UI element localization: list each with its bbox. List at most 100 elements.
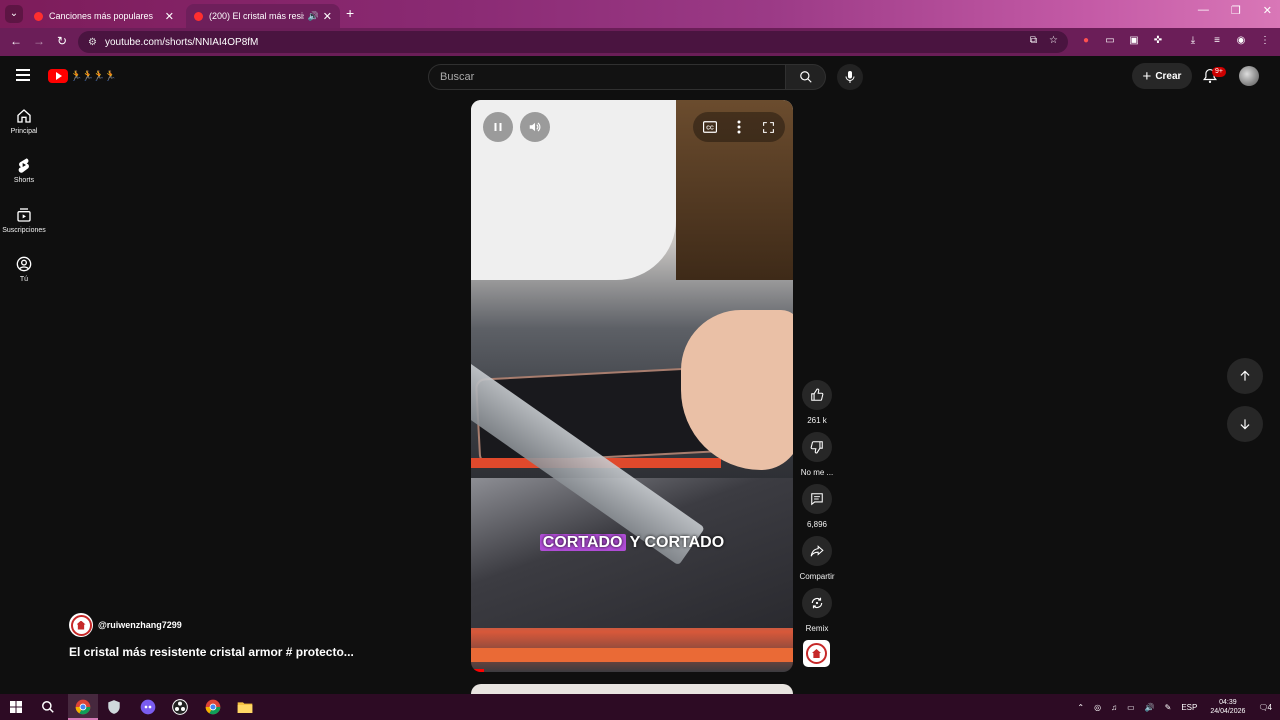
- install-app-icon[interactable]: ⧉: [1030, 35, 1037, 46]
- create-label: Crear: [1155, 70, 1182, 82]
- more-options-icon[interactable]: [737, 120, 741, 134]
- youtube-logo[interactable]: 🏃🏃🏃🏃: [48, 69, 117, 83]
- clock-time: 04:39: [1219, 699, 1237, 706]
- thumbs-up-icon: [811, 388, 824, 401]
- minimize-icon[interactable]: —: [1198, 4, 1209, 17]
- tab-shorts[interactable]: (200) El cristal más resistente 🔊 ✕: [186, 4, 340, 28]
- extensions-area: ● ▭ ▣ ✜: [1080, 35, 1164, 46]
- extension-red-icon[interactable]: ●: [1080, 35, 1092, 46]
- like-button[interactable]: 261 k: [800, 380, 834, 425]
- taskbar-clock[interactable]: 04:39 24/04/2026: [1210, 698, 1245, 716]
- share-label: Compartir: [799, 572, 835, 581]
- channel-name[interactable]: @ruiwenzhang7299: [98, 620, 182, 630]
- share-icon: [810, 545, 824, 557]
- extension-box-icon[interactable]: ▣: [1128, 35, 1140, 46]
- tab-search-button[interactable]: ⌄: [5, 5, 23, 23]
- restore-icon[interactable]: ❐: [1231, 4, 1241, 17]
- sidebar-item-subscriptions[interactable]: Suscripciones: [0, 207, 48, 234]
- closed-captions-icon[interactable]: CC: [703, 121, 718, 133]
- tray-pen-icon[interactable]: ✎: [1165, 703, 1172, 712]
- discord-taskbar-icon[interactable]: [139, 698, 157, 716]
- tray-volume-icon[interactable]: 🔊: [1145, 703, 1155, 712]
- previous-short-button[interactable]: [1227, 358, 1263, 394]
- profile-avatar-icon[interactable]: ◉: [1235, 35, 1247, 46]
- audio-playing-icon[interactable]: 🔊: [308, 11, 319, 22]
- extensions-puzzle-icon[interactable]: ✜: [1152, 35, 1164, 46]
- share-button[interactable]: Compartir: [799, 536, 835, 581]
- you-icon: [16, 256, 32, 272]
- forward-icon[interactable]: →: [33, 34, 45, 48]
- site-info-icon[interactable]: ⚙: [88, 37, 97, 48]
- arrow-up-icon: [1240, 370, 1250, 381]
- windows-start-icon[interactable]: [7, 698, 25, 716]
- shorts-video-player[interactable]: CC CORTADO Y CORTADO: [471, 100, 793, 672]
- comments-button[interactable]: 6,896: [800, 484, 834, 529]
- sidebar-item-home[interactable]: Principal: [0, 108, 48, 135]
- create-button[interactable]: + Crear: [1132, 63, 1192, 89]
- notification-count: 4: [1267, 702, 1272, 712]
- channel-logo-icon: [806, 643, 827, 664]
- volume-button[interactable]: [520, 112, 550, 142]
- menu-icon[interactable]: [16, 69, 30, 81]
- fullscreen-icon[interactable]: [762, 121, 775, 134]
- file-explorer-taskbar-icon[interactable]: [236, 698, 254, 716]
- remix-icon: [811, 597, 823, 609]
- shield-taskbar-icon[interactable]: [105, 698, 123, 716]
- sidebar-item-you[interactable]: Tú: [0, 256, 48, 283]
- sidebar-item-label: Suscripciones: [2, 227, 46, 234]
- microphone-icon: [845, 71, 855, 83]
- shorts-icon: [18, 158, 29, 173]
- search-button[interactable]: [786, 64, 826, 90]
- sidebar-item-label: Principal: [10, 128, 38, 135]
- extension-gray-icon[interactable]: ▭: [1104, 35, 1116, 46]
- close-window-icon[interactable]: ✕: [1263, 4, 1272, 17]
- tab-canciones[interactable]: Canciones más populares ✕: [26, 4, 182, 28]
- address-bar[interactable]: ⚙ youtube.com/shorts/NNIAI4OP8fM ⧉ ☆: [78, 31, 1068, 53]
- dislike-button[interactable]: No me ...: [800, 432, 834, 477]
- channel-avatar[interactable]: [69, 613, 93, 637]
- obs-taskbar-icon[interactable]: [171, 698, 189, 716]
- back-icon[interactable]: ←: [10, 34, 22, 48]
- video-progress-bar[interactable]: [471, 669, 484, 672]
- tray-app-icon[interactable]: ◎: [1094, 703, 1101, 712]
- video-frame-orange-case: [471, 648, 793, 662]
- caption-rest: Y CORTADO: [629, 534, 725, 551]
- new-tab-button[interactable]: +: [346, 5, 354, 21]
- video-caption: CORTADO Y CORTADO: [471, 534, 793, 552]
- bookmark-star-icon[interactable]: ☆: [1049, 35, 1058, 46]
- player-options: CC: [693, 112, 785, 142]
- caption-highlight: CORTADO: [539, 534, 626, 551]
- chrome-profile-taskbar-icon[interactable]: [204, 698, 222, 716]
- thumbs-down-icon: [810, 441, 823, 454]
- tray-network-icon[interactable]: ▭: [1127, 703, 1135, 712]
- doodle-figures-icon: 🏃🏃🏃🏃: [70, 70, 117, 82]
- sound-thumbnail[interactable]: [803, 640, 830, 667]
- youtube-play-icon: [48, 69, 68, 83]
- tray-headphones-icon[interactable]: ♫: [1111, 703, 1117, 712]
- taskbar-search-icon[interactable]: [39, 698, 57, 716]
- like-count: 261 k: [807, 416, 827, 425]
- clock-date: 24/04/2026: [1210, 708, 1246, 715]
- media-control-icon[interactable]: ≡: [1211, 35, 1223, 46]
- account-avatar[interactable]: [1239, 66, 1259, 86]
- keyboard-language[interactable]: ESP: [1181, 703, 1197, 712]
- close-tab-icon[interactable]: ✕: [165, 10, 174, 23]
- reload-icon[interactable]: ↻: [57, 34, 67, 48]
- arrow-down-icon: [1240, 419, 1250, 430]
- chrome-taskbar-icon[interactable]: [74, 698, 92, 716]
- chrome-menu-icon[interactable]: ⋮: [1259, 35, 1271, 46]
- next-short-button[interactable]: [1227, 406, 1263, 442]
- short-title[interactable]: El cristal más resistente cristal armor …: [69, 645, 354, 659]
- close-tab-icon[interactable]: ✕: [323, 10, 332, 23]
- voice-search-button[interactable]: [837, 64, 863, 90]
- dislike-label: No me ...: [800, 468, 834, 477]
- plus-icon: +: [1142, 67, 1152, 85]
- sidebar-item-shorts[interactable]: Shorts: [0, 157, 48, 184]
- download-icon[interactable]: ⤓: [1187, 35, 1199, 46]
- tray-overflow-icon[interactable]: ⌃: [1077, 703, 1084, 712]
- comment-icon: [811, 493, 823, 506]
- remix-button[interactable]: Remix: [800, 588, 834, 633]
- search-input[interactable]: Buscar: [428, 64, 786, 90]
- notification-badge: 9+: [1212, 67, 1226, 77]
- pause-button[interactable]: [483, 112, 513, 142]
